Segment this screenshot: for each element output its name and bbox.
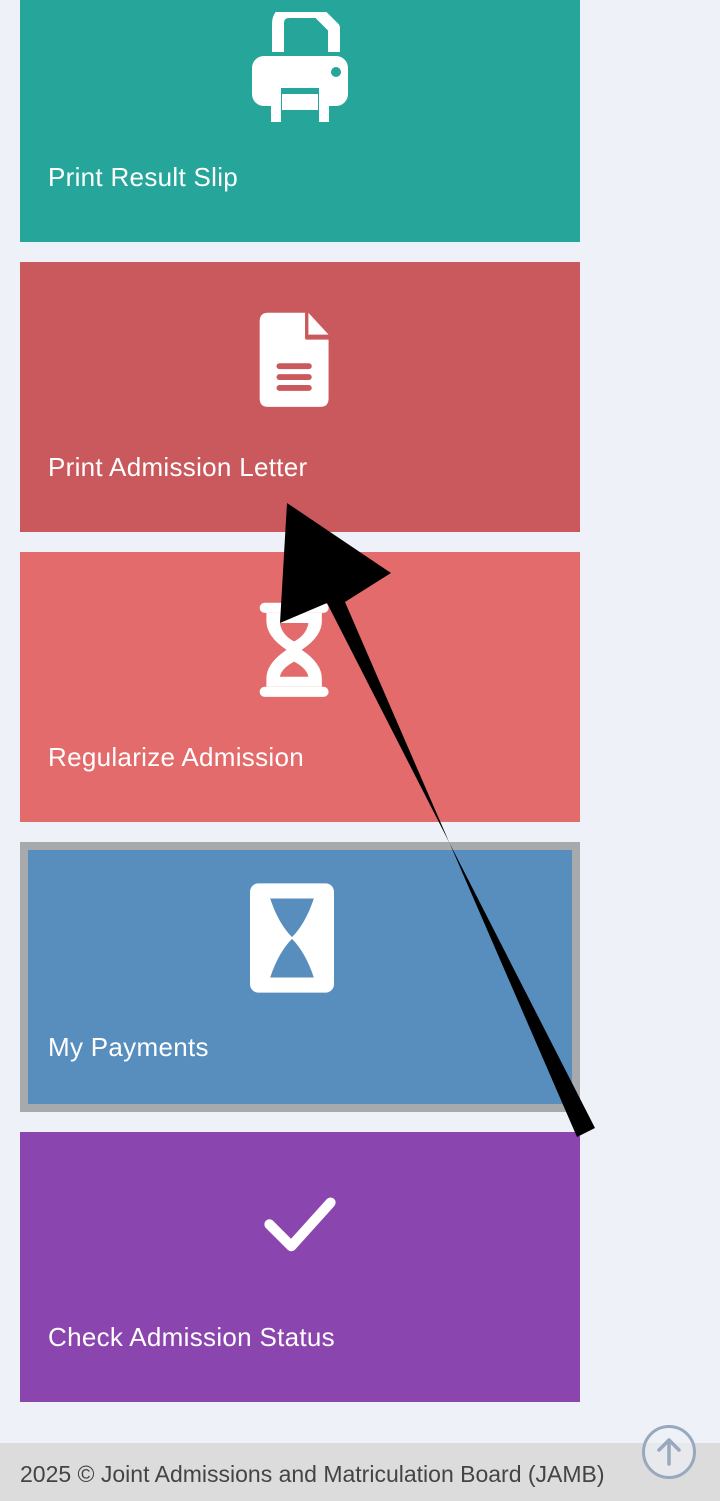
copyright-text: 2025 © Joint Admissions and Matriculatio…	[20, 1461, 605, 1487]
hourglass-icon	[259, 602, 329, 697]
footer: 2025 © Joint Admissions and Matriculatio…	[0, 1443, 720, 1501]
tile-label: My Payments	[48, 1032, 209, 1062]
print-result-slip-tile[interactable]: Print Result Slip	[20, 0, 580, 242]
document-icon	[259, 312, 329, 407]
tile-label: Check Admission Status	[48, 1322, 335, 1352]
scroll-to-top-button[interactable]	[642, 1425, 696, 1479]
my-payments-tile[interactable]: My Payments	[20, 842, 580, 1112]
checkmark-icon	[264, 1197, 336, 1252]
check-admission-status-tile[interactable]: Check Admission Status	[20, 1132, 580, 1402]
arrow-up-icon	[657, 1438, 681, 1466]
tile-label: Print Result Slip	[48, 162, 239, 192]
print-admission-letter-tile[interactable]: Print Admission Letter	[20, 262, 580, 532]
tile-label: Print Admission Letter	[48, 452, 308, 482]
printer-icon	[252, 12, 348, 122]
dashboard-page: Print Result Slip Print Admission Letter…	[0, 0, 720, 1501]
hourglass-box-icon	[250, 883, 334, 993]
tile-label: Regularize Admission	[48, 742, 305, 772]
regularize-admission-tile[interactable]: Regularize Admission	[20, 552, 580, 822]
